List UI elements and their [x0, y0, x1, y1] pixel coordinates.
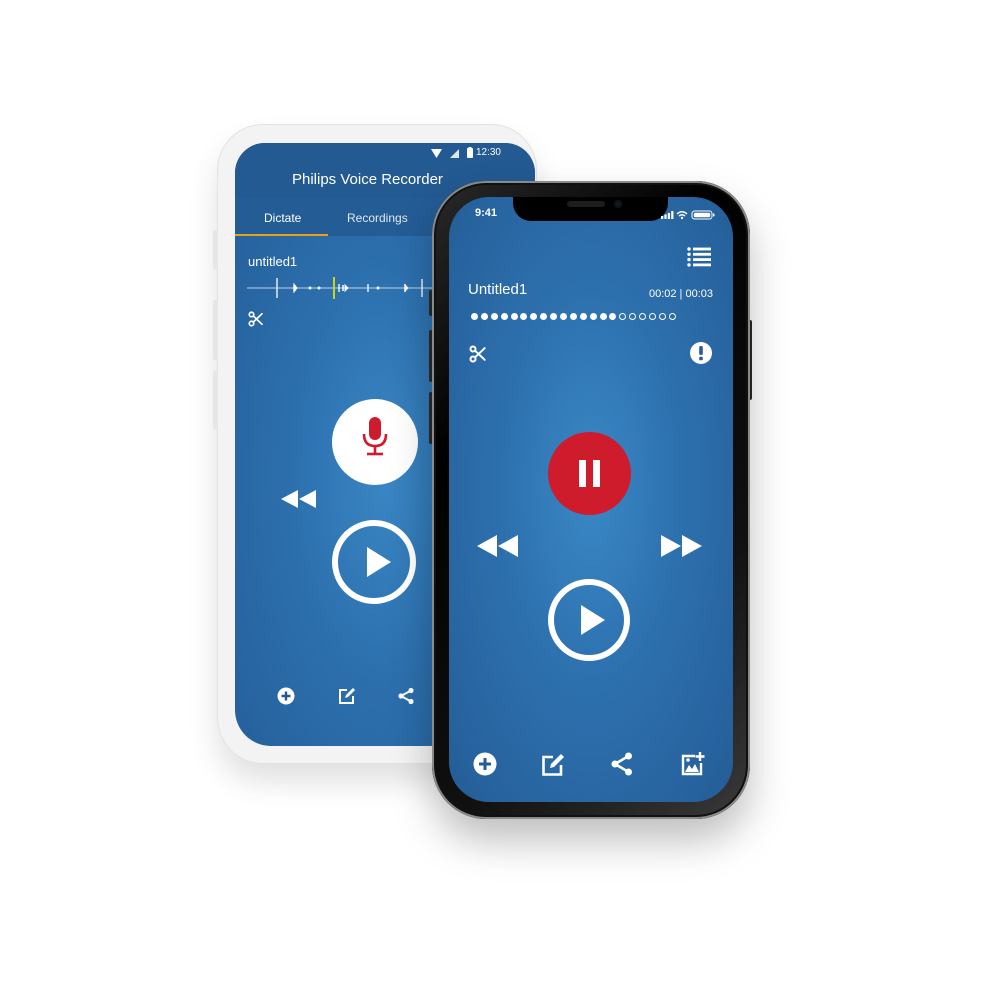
wifi-icon [676, 211, 688, 217]
rewind-icon[interactable] [477, 535, 518, 557]
battery-icon [691, 210, 715, 220]
progress-dot-filled [490, 313, 498, 320]
progress-dot-empty [629, 313, 637, 320]
microphone-icon [362, 417, 388, 456]
scissors-icon[interactable] [247, 310, 265, 328]
progress-dot-filled [609, 313, 617, 320]
progress-dots[interactable] [471, 313, 676, 320]
notch [513, 197, 668, 221]
progress-dot-empty [649, 313, 657, 320]
android-status-time: 12:30 [475, 147, 501, 158]
add-icon[interactable] [277, 687, 295, 705]
list-icon[interactable] [687, 247, 711, 267]
progress-dot-filled [589, 313, 597, 320]
speaker-grille [567, 201, 605, 207]
progress-dot-filled [520, 313, 528, 320]
progress-dot-empty [658, 313, 666, 320]
play-icon [581, 605, 605, 635]
progress-dot-empty [639, 313, 647, 320]
android-status-bar: 12:30 [235, 143, 535, 165]
exclamation-icon[interactable] [690, 342, 712, 364]
rewind-icon[interactable] [281, 489, 317, 509]
android-volume-button [213, 300, 218, 360]
progress-dot-filled [471, 313, 478, 320]
progress-dot-filled [550, 313, 558, 320]
tab-recordings[interactable]: Recordings [347, 211, 408, 225]
add-image-icon[interactable] [681, 752, 705, 776]
share-icon[interactable] [397, 687, 415, 705]
recording-timer: 00:02 | 00:03 [648, 288, 713, 300]
progress-dot-empty [668, 313, 676, 320]
edit-icon[interactable] [338, 687, 356, 705]
android-volume-button [213, 370, 218, 430]
pause-button[interactable] [548, 432, 631, 515]
app-title: Philips Voice Recorder [292, 171, 443, 188]
fast-forward-icon[interactable] [661, 535, 702, 557]
wifi-icon [431, 149, 442, 158]
progress-dot-filled [599, 313, 607, 320]
progress-dot-filled [579, 313, 587, 320]
share-icon[interactable] [610, 752, 634, 776]
pause-icon [579, 460, 600, 487]
progress-dot-filled [500, 313, 508, 320]
edit-icon[interactable] [541, 752, 566, 777]
cell-signal-icon [661, 211, 674, 219]
play-button[interactable] [331, 519, 417, 605]
add-icon[interactable] [473, 752, 497, 776]
recording-name: Untitled1 [468, 281, 528, 298]
progress-dot-filled [530, 313, 538, 320]
record-button[interactable] [332, 399, 418, 485]
progress-dot-empty [619, 313, 627, 320]
progress-dot-filled [569, 313, 577, 320]
iphone-status-icons [661, 207, 717, 225]
android-side-button [213, 230, 218, 270]
iphone-screen: 9:41 Untitled1 00:02 | 00:03 [449, 197, 733, 802]
iphone-status-time: 9:41 [475, 207, 498, 219]
battery-icon [467, 147, 473, 158]
cell-signal-icon [450, 149, 459, 158]
progress-dot-filled [560, 313, 568, 320]
play-icon [367, 547, 391, 577]
recording-name: untitled1 [248, 254, 298, 269]
progress-dot-filled [510, 313, 518, 320]
tab-dictate[interactable]: Dictate [264, 211, 301, 225]
play-button[interactable] [547, 578, 631, 662]
progress-dot-filled [540, 313, 548, 320]
front-camera [614, 200, 622, 208]
progress-dot-filled [480, 313, 488, 320]
scissors-icon[interactable] [468, 344, 488, 364]
active-tab-indicator [235, 234, 328, 236]
